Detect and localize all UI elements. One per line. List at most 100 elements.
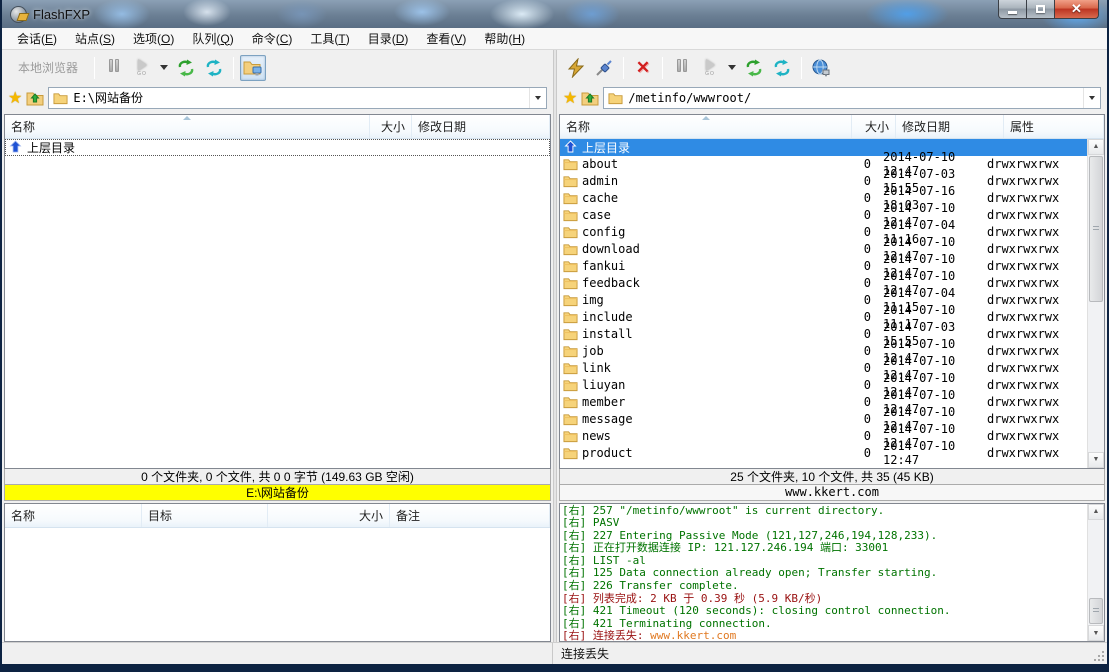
menu-item[interactable]: 会话(E)	[8, 28, 66, 49]
remote-file-row[interactable]: news 0 2014-07-10 12:47 drwxrwxrwx	[560, 428, 1087, 445]
remote-column-date[interactable]: 修改日期	[896, 115, 1004, 138]
pause-queue-button[interactable]	[669, 55, 695, 81]
scroll-down-icon[interactable]: ▼	[1088, 452, 1104, 468]
remote-list-header: 名称 大小 修改日期 属性	[560, 115, 1104, 139]
menu-item[interactable]: 命令(C)	[243, 28, 302, 49]
local-file-list: 名称 大小 修改日期 上层目录	[4, 114, 551, 469]
remote-file-row[interactable]: about 0 2014-07-10 12:47 drwxrwxrwx	[560, 156, 1087, 173]
minimize-button[interactable]	[998, 0, 1027, 19]
remote-file-row[interactable]: download 0 2014-07-10 12:47 drwxrwxrwx	[560, 241, 1087, 258]
local-toolbar: 本地浏览器 GO	[2, 50, 553, 86]
local-path-combobox[interactable]: E:\网站备份	[48, 87, 547, 109]
scrollbar-thumb[interactable]	[1089, 156, 1103, 302]
local-rows: 上层目录	[5, 139, 550, 468]
scroll-up-icon[interactable]: ▲	[1088, 504, 1104, 520]
menu-item[interactable]: 帮助(H)	[475, 28, 534, 49]
refresh-button[interactable]	[769, 55, 795, 81]
scroll-down-icon[interactable]: ▼	[1088, 625, 1104, 641]
remote-column-attr[interactable]: 属性	[1004, 115, 1104, 138]
folder-icon	[563, 395, 578, 409]
remote-path-bar: ★ /metinfo/wwwroot/	[557, 86, 1107, 114]
refresh-button[interactable]	[201, 55, 227, 81]
remote-file-row[interactable]: case 0 2014-07-10 12:47 drwxrwxrwx	[560, 207, 1087, 224]
local-column-size[interactable]: 大小	[370, 115, 412, 138]
remote-file-row[interactable]: fankui 0 2014-07-10 12:47 drwxrwxrwx	[560, 258, 1087, 275]
remote-file-row[interactable]: include 0 2014-07-10 11:17 drwxrwxrwx	[560, 309, 1087, 326]
local-path-dropdown[interactable]	[529, 88, 546, 108]
quick-connect-icon	[594, 58, 614, 78]
remote-path-dropdown[interactable]	[1083, 88, 1100, 108]
remote-file-row[interactable]: cache 0 2014-07-16 18:03 drwxrwxrwx	[560, 190, 1087, 207]
transfer-button[interactable]	[173, 55, 199, 81]
title-bar[interactable]: FlashFXP ✕	[2, 0, 1107, 28]
queue-column-target[interactable]: 目标	[142, 504, 268, 527]
folder-icon	[563, 242, 578, 256]
remote-toolbar: ✕ GO	[557, 50, 1107, 86]
site-info-button[interactable]	[808, 55, 834, 81]
folder-sync-button[interactable]	[240, 55, 266, 81]
remote-list-scrollbar[interactable]: ▲ ▼	[1087, 139, 1104, 468]
start-queue-dropdown[interactable]	[725, 55, 739, 81]
remote-pane: ✕ GO	[557, 50, 1107, 642]
remote-up-directory-row[interactable]: 上层目录	[560, 139, 1087, 156]
minimize-icon	[1008, 11, 1017, 14]
menu-item[interactable]: 查看(V)	[417, 28, 475, 49]
local-browser-button[interactable]: 本地浏览器	[8, 55, 88, 80]
queue-column-size[interactable]: 大小	[268, 504, 390, 527]
remote-file-row[interactable]: admin 0 2014-07-03 15:55 drwxrwxrwx	[560, 173, 1087, 190]
window-title: FlashFXP	[33, 7, 90, 22]
log-scrollbar[interactable]: ▲ ▼	[1087, 504, 1104, 642]
remote-file-list: 名称 大小 修改日期 属性 上层目录	[559, 114, 1105, 469]
start-queue-button[interactable]: GO	[697, 55, 723, 81]
start-queue-dropdown[interactable]	[157, 55, 171, 81]
maximize-button[interactable]	[1027, 0, 1055, 19]
folder-icon	[563, 327, 578, 341]
local-column-date[interactable]: 修改日期	[412, 115, 550, 138]
remote-file-row[interactable]: img 0 2014-07-04 11:15 drwxrwxrwx	[560, 292, 1087, 309]
menu-bar: 会话(E) 站点(S) 选项(O) 队列(Q) 命令(C) 工具(T) 目录(D…	[2, 28, 1107, 50]
remote-file-row[interactable]: member 0 2014-07-10 12:47 drwxrwxrwx	[560, 394, 1087, 411]
log-link[interactable]: www.kkert.com	[650, 629, 736, 641]
folder-icon	[563, 259, 578, 273]
queue-column-name[interactable]: 名称	[5, 504, 142, 527]
local-pane: 本地浏览器 GO	[2, 50, 553, 642]
pause-queue-button[interactable]	[101, 55, 127, 81]
remote-path-combobox[interactable]: /metinfo/wwwroot/	[603, 87, 1101, 109]
log-panel: [右] 257 "/metinfo/wwwroot" is current di…	[559, 503, 1105, 643]
transfer-button[interactable]	[741, 55, 767, 81]
disconnect-button[interactable]: ✕	[630, 55, 656, 81]
close-button[interactable]: ✕	[1055, 0, 1099, 19]
quick-connect-button[interactable]	[591, 55, 617, 81]
scroll-up-icon[interactable]: ▲	[1088, 139, 1104, 155]
scrollbar-thumb[interactable]	[1089, 598, 1103, 624]
remote-file-row[interactable]: product 0 2014-07-10 12:47 drwxrwxrwx	[560, 445, 1087, 462]
folder-up-icon[interactable]	[581, 90, 599, 106]
remote-file-row[interactable]: message 0 2014-07-10 12:47 drwxrwxrwx	[560, 411, 1087, 428]
menu-item[interactable]: 工具(T)	[301, 28, 358, 49]
remote-file-row[interactable]: link 0 2014-07-10 12:47 drwxrwxrwx	[560, 360, 1087, 377]
start-queue-button[interactable]: GO	[129, 55, 155, 81]
favorites-star-icon[interactable]: ★	[8, 88, 22, 108]
remote-file-row[interactable]: config 0 2014-07-04 11:16 drwxrwxrwx	[560, 224, 1087, 241]
local-up-directory-row[interactable]: 上层目录	[5, 139, 550, 156]
local-site-bar: E:\网站备份	[4, 485, 551, 501]
connect-button[interactable]	[563, 55, 589, 81]
remote-file-row[interactable]: install 0 2014-07-03 15:55 drwxrwxrwx	[560, 326, 1087, 343]
refresh-icon	[772, 58, 792, 78]
menu-item[interactable]: 选项(O)	[124, 28, 183, 49]
queue-column-note[interactable]: 备注	[390, 504, 550, 527]
remote-column-name[interactable]: 名称	[560, 115, 852, 138]
remote-file-row[interactable]: liuyan 0 2014-07-10 12:47 drwxrwxrwx	[560, 377, 1087, 394]
app-icon[interactable]	[10, 6, 27, 23]
folder-up-icon[interactable]	[26, 90, 44, 106]
resize-grip[interactable]	[1092, 649, 1105, 662]
remote-file-row[interactable]: feedback 0 2014-07-10 12:47 drwxrwxrwx	[560, 275, 1087, 292]
menu-item[interactable]: 站点(S)	[66, 28, 124, 49]
remote-column-size[interactable]: 大小	[852, 115, 896, 138]
remote-file-row[interactable]: job 0 2014-07-10 12:47 drwxrwxrwx	[560, 343, 1087, 360]
menu-item[interactable]: 目录(D)	[359, 28, 418, 49]
local-column-name[interactable]: 名称	[5, 115, 370, 138]
favorites-star-icon[interactable]: ★	[563, 88, 577, 108]
menu-item[interactable]: 队列(Q)	[183, 28, 242, 49]
folder-icon	[563, 191, 578, 205]
